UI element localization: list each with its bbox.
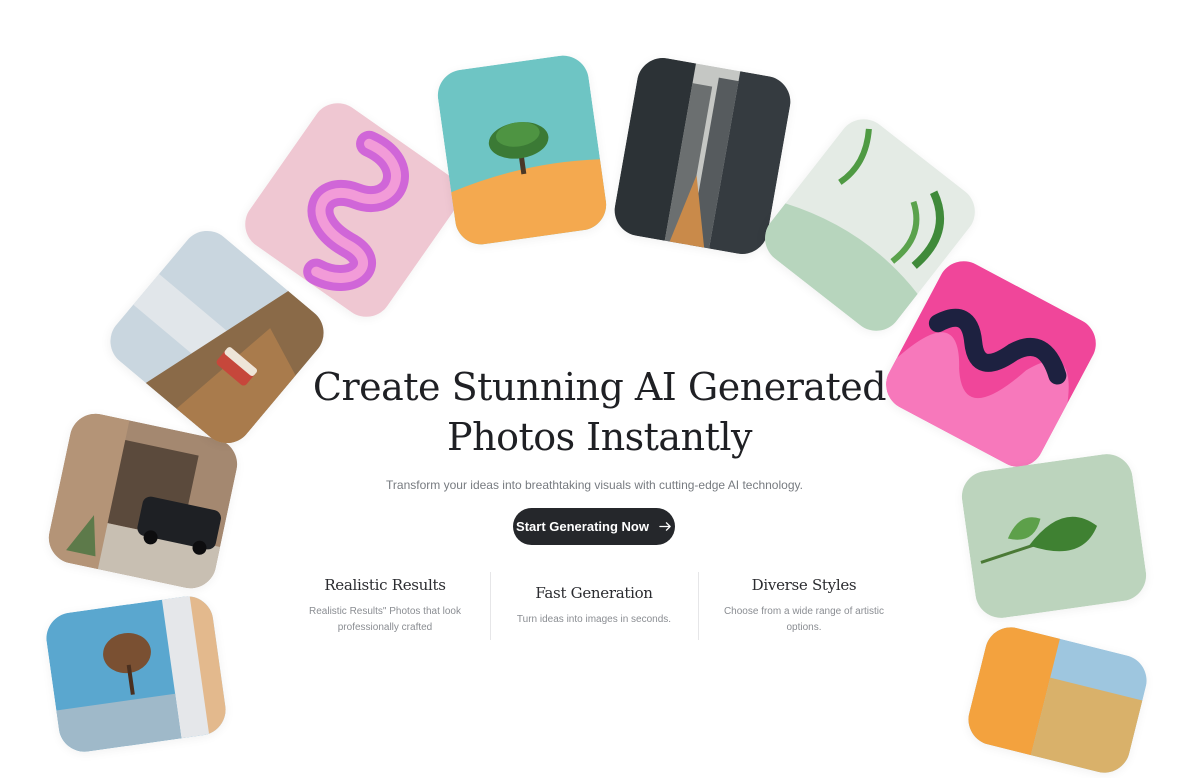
sunset-coast-image	[962, 621, 1153, 778]
gallery-card-leaf	[958, 450, 1150, 622]
feature-description: Choose from a wide range of artistic opt…	[723, 606, 885, 633]
hero-title-line-2: Photos Instantly	[447, 415, 752, 459]
feature-description: Realistic Results" Photos that look prof…	[309, 606, 461, 633]
leaf-image	[958, 450, 1150, 622]
lone-tree-image	[434, 52, 610, 248]
feature-title: Diverse Styles	[751, 576, 857, 594]
gallery-card-tree-field	[43, 592, 229, 756]
feature-fast-generation: Fast Generation Turn ideas into images i…	[494, 584, 694, 628]
feature-description: Turn ideas into images in seconds.	[516, 614, 672, 625]
hero-title: Create Stunning AI Generated Photos Inst…	[0, 362, 1199, 462]
feature-divider	[698, 572, 699, 640]
gallery-card-sunset-coast	[962, 621, 1153, 778]
start-generating-button[interactable]: Start Generating Now	[513, 508, 675, 545]
feature-title: Fast Generation	[535, 584, 653, 602]
start-generating-label: Start Generating Now	[516, 519, 649, 534]
feature-divider	[490, 572, 491, 640]
arrow-right-icon	[659, 522, 671, 531]
hero-title-line-1: Create Stunning AI Generated	[312, 365, 887, 409]
feature-diverse-styles: Diverse Styles Choose from a wide range …	[704, 576, 904, 636]
gallery-card-lone-tree	[434, 52, 610, 248]
hero-subtitle: Transform your ideas into breathtaking v…	[386, 478, 803, 492]
tree-field-image	[43, 592, 229, 756]
feature-title: Realistic Results	[324, 576, 446, 594]
feature-realistic-results: Realistic Results Realistic Results" Pho…	[285, 576, 485, 636]
